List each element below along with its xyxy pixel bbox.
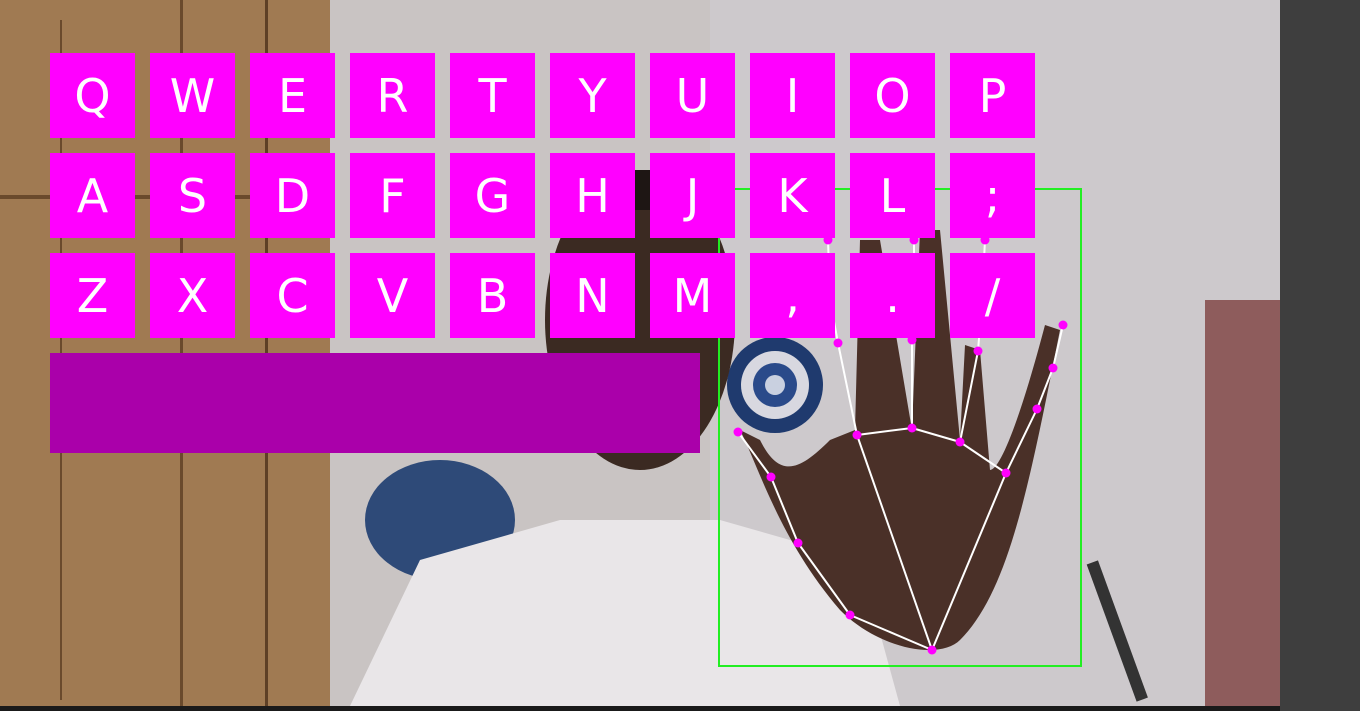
- key-1-6[interactable]: J: [650, 153, 735, 238]
- key-1-7[interactable]: K: [750, 153, 835, 238]
- key-2-3[interactable]: V: [350, 253, 435, 338]
- key-0-7[interactable]: I: [750, 53, 835, 138]
- key-1-2[interactable]: D: [250, 153, 335, 238]
- key-2-0[interactable]: Z: [50, 253, 135, 338]
- key-0-4[interactable]: T: [450, 53, 535, 138]
- bottom-bar: [0, 706, 1280, 711]
- key-1-8[interactable]: L: [850, 153, 935, 238]
- key-1-1[interactable]: S: [150, 153, 235, 238]
- key-2-2[interactable]: C: [250, 253, 335, 338]
- key-0-2[interactable]: E: [250, 53, 335, 138]
- key-2-9[interactable]: /: [950, 253, 1035, 338]
- key-1-0[interactable]: A: [50, 153, 135, 238]
- side-panel: [1280, 0, 1360, 711]
- key-0-8[interactable]: O: [850, 53, 935, 138]
- key-1-3[interactable]: F: [350, 153, 435, 238]
- key-0-9[interactable]: P: [950, 53, 1035, 138]
- key-2-1[interactable]: X: [150, 253, 235, 338]
- key-2-7[interactable]: ,: [750, 253, 835, 338]
- key-0-0[interactable]: Q: [50, 53, 135, 138]
- key-2-4[interactable]: B: [450, 253, 535, 338]
- key-0-3[interactable]: R: [350, 53, 435, 138]
- key-1-9[interactable]: ;: [950, 153, 1035, 238]
- key-2-8[interactable]: .: [850, 253, 935, 338]
- key-0-6[interactable]: U: [650, 53, 735, 138]
- typed-text-display: [50, 353, 700, 453]
- key-0-5[interactable]: Y: [550, 53, 635, 138]
- key-2-6[interactable]: M: [650, 253, 735, 338]
- key-0-1[interactable]: W: [150, 53, 235, 138]
- dartboard-center: [765, 375, 785, 395]
- key-1-5[interactable]: H: [550, 153, 635, 238]
- curtain: [1205, 300, 1280, 706]
- key-2-5[interactable]: N: [550, 253, 635, 338]
- key-1-4[interactable]: G: [450, 153, 535, 238]
